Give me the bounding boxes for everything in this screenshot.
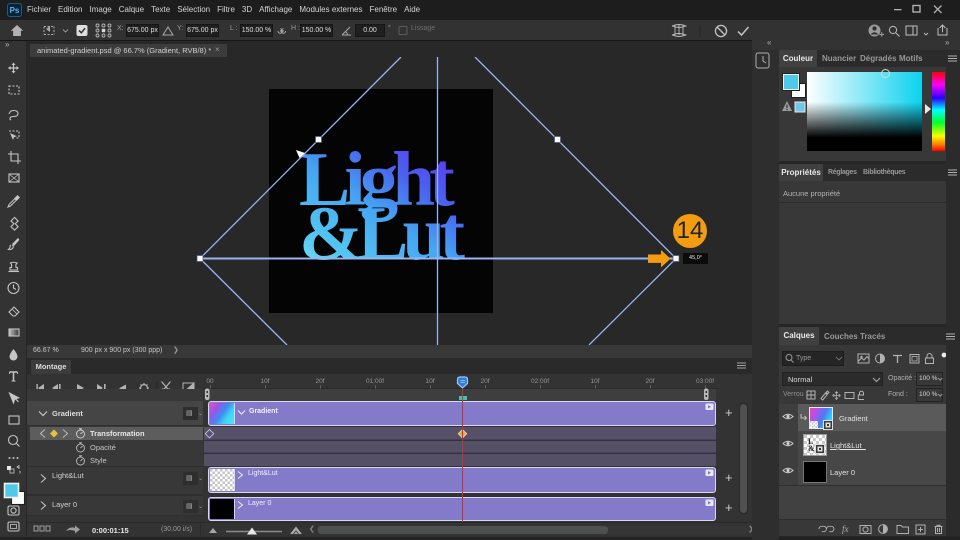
svg-text:fx: fx xyxy=(842,524,849,534)
